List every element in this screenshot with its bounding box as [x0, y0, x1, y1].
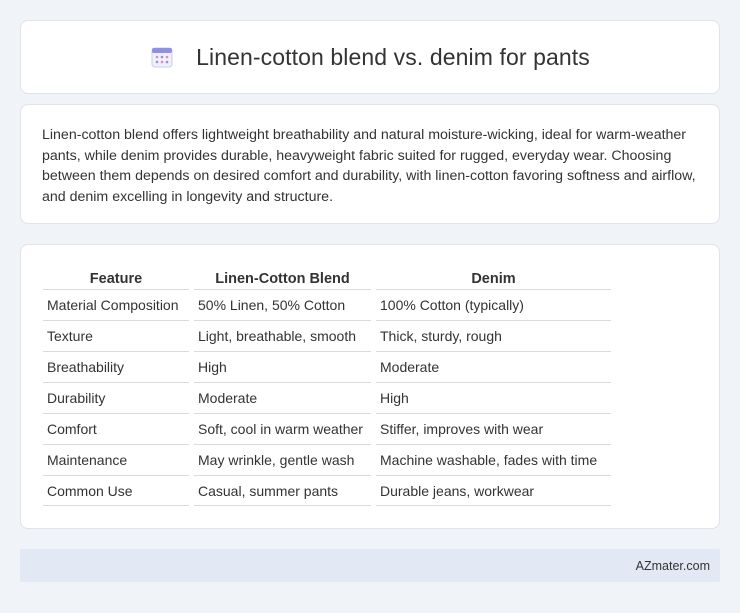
- table-row: Material Composition 50% Linen, 50% Cott…: [43, 289, 611, 320]
- header-denim: Denim: [471, 271, 516, 287]
- denim-cell: Stiffer, improves with wear: [376, 413, 611, 444]
- linen-cotton-cell: Casual, summer pants: [194, 475, 371, 506]
- feature-cell: Durability: [43, 382, 189, 413]
- calendar-icon: [150, 45, 174, 69]
- feature-cell: Breathability: [43, 351, 189, 382]
- table-header-row: Feature Linen-Cotton Blend Denim: [43, 267, 611, 289]
- summary-text: Linen-cotton blend offers lightweight br…: [42, 127, 696, 205]
- feature-cell: Maintenance: [43, 444, 189, 475]
- header-feature: Feature: [89, 271, 143, 287]
- feature-cell: Texture: [43, 320, 189, 351]
- feature-cell: Material Composition: [43, 289, 189, 320]
- denim-cell: Moderate: [376, 351, 611, 382]
- comparison-table: Feature Linen-Cotton Blend Denim Materia…: [38, 267, 616, 506]
- linen-cotton-cell: Moderate: [194, 382, 371, 413]
- footer-site-name: AZmater.com: [635, 558, 710, 573]
- table-row: Comfort Soft, cool in warm weather Stiff…: [43, 413, 611, 444]
- footer: AZmater.com: [20, 549, 720, 582]
- denim-cell: Thick, sturdy, rough: [376, 320, 611, 351]
- denim-cell: High: [376, 382, 611, 413]
- denim-cell: Durable jeans, workwear: [376, 475, 611, 506]
- linen-cotton-cell: 50% Linen, 50% Cotton: [194, 289, 371, 320]
- title-wrap: Linen-cotton blend vs. denim for pants: [150, 44, 590, 71]
- table-card: Feature Linen-Cotton Blend Denim Materia…: [20, 244, 720, 529]
- denim-cell: 100% Cotton (typically): [376, 289, 611, 320]
- feature-cell: Common Use: [43, 475, 189, 506]
- denim-cell: Machine washable, fades with time: [376, 444, 611, 475]
- linen-cotton-cell: Soft, cool in warm weather: [194, 413, 371, 444]
- linen-cotton-cell: High: [194, 351, 371, 382]
- table-row: Breathability High Moderate: [43, 351, 611, 382]
- table-row: Texture Light, breathable, smooth Thick,…: [43, 320, 611, 351]
- table-row: Common Use Casual, summer pants Durable …: [43, 475, 611, 506]
- table-row: Durability Moderate High: [43, 382, 611, 413]
- linen-cotton-cell: Light, breathable, smooth: [194, 320, 371, 351]
- header-linen-cotton: Linen-Cotton Blend: [215, 271, 350, 287]
- summary-card: Linen-cotton blend offers lightweight br…: [20, 104, 720, 224]
- feature-cell: Comfort: [43, 413, 189, 444]
- page-title: Linen-cotton blend vs. denim for pants: [196, 43, 590, 70]
- linen-cotton-cell: May wrinkle, gentle wash: [194, 444, 371, 475]
- table-row: Maintenance May wrinkle, gentle wash Mac…: [43, 444, 611, 475]
- title-card: Linen-cotton blend vs. denim for pants: [20, 20, 720, 94]
